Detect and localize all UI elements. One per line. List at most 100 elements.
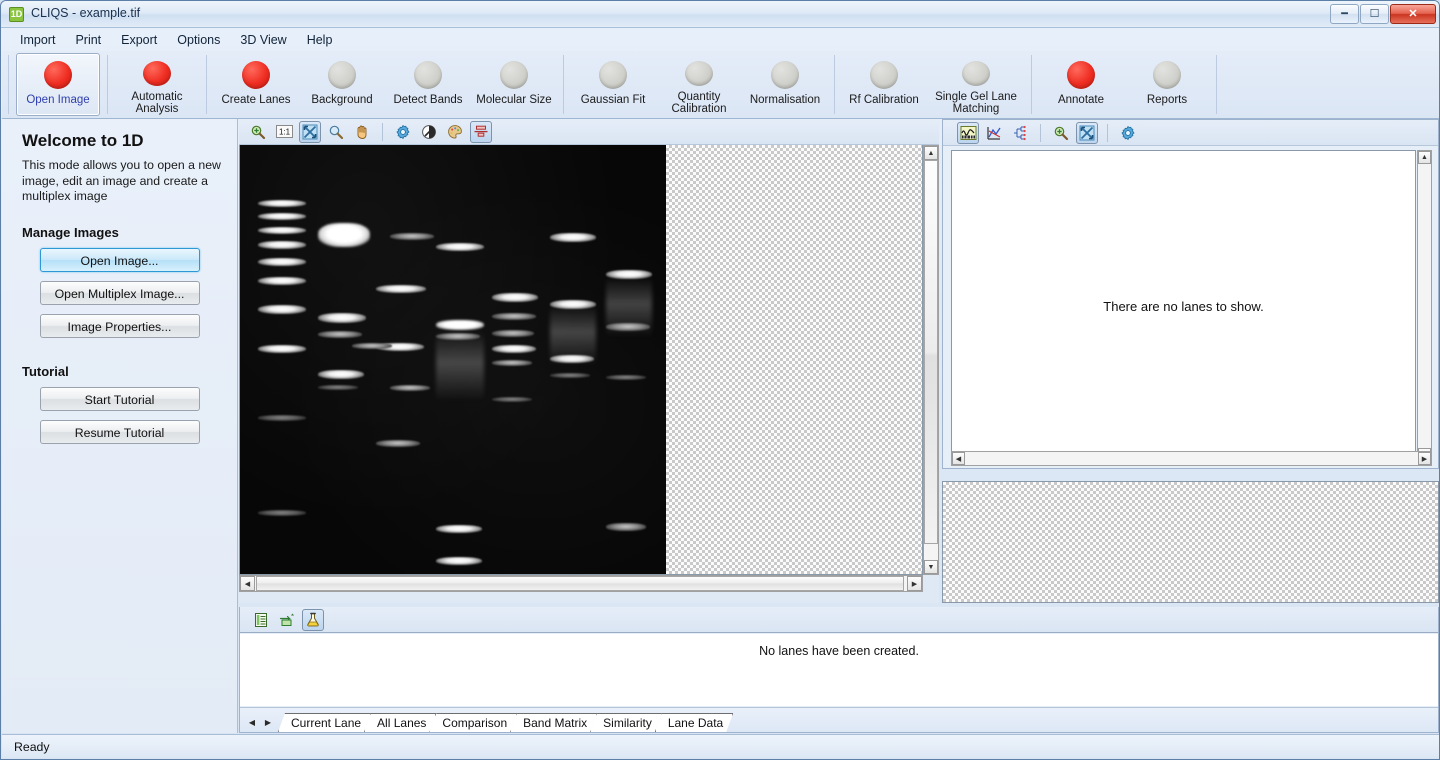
ribbon-step-label: Molecular Size xyxy=(476,94,552,106)
toolbar-divider xyxy=(1040,123,1041,142)
pan-hand-icon[interactable] xyxy=(351,121,373,143)
ribbon-step-quantity-calibration[interactable]: Quantity Calibration xyxy=(657,53,741,116)
gel-image xyxy=(240,145,666,574)
menu-item-3d-view[interactable]: 3D View xyxy=(230,30,296,50)
tab-next-button[interactable]: ▶ xyxy=(260,712,276,732)
scroll-down-arrow[interactable]: ▼ xyxy=(924,560,938,574)
tab-lane-data[interactable]: Lane Data xyxy=(655,713,733,732)
gel-band xyxy=(258,200,306,207)
contrast-icon[interactable] xyxy=(418,121,440,143)
application-window: 1D CLIQS - example.tif ━ ☐ ✕ Import Prin… xyxy=(0,0,1440,760)
ribbon-step-reports[interactable]: Reports xyxy=(1125,53,1209,116)
image-vertical-scrollbar[interactable]: ▲ ▼ xyxy=(923,145,939,575)
tab-similarity[interactable]: Similarity xyxy=(590,713,662,732)
magnifier-icon[interactable] xyxy=(325,121,347,143)
gel-band xyxy=(436,525,482,533)
bottom-content-area: No lanes have been created. xyxy=(240,634,1438,706)
ribbon-step-molecular-size[interactable]: Molecular Size xyxy=(472,53,556,116)
align-icon[interactable] xyxy=(470,120,492,143)
minimize-button[interactable]: ━ xyxy=(1330,4,1359,24)
ribbon-step-detect-bands[interactable]: Detect Bands xyxy=(386,53,470,116)
scroll-track[interactable] xyxy=(1418,164,1431,448)
profile-vertical-scrollbar[interactable]: ▲ ▼ xyxy=(1417,150,1432,462)
scroll-up-arrow[interactable]: ▲ xyxy=(1418,151,1431,164)
bottom-toolbar xyxy=(240,607,1438,633)
ribbon-step-annotate[interactable]: Annotate xyxy=(1039,53,1123,116)
scroll-track[interactable] xyxy=(965,452,1418,465)
gel-band xyxy=(492,360,532,366)
ribbon-step-label: Normalisation xyxy=(749,94,821,106)
tab-current-lane[interactable]: Current Lane xyxy=(278,713,371,732)
tab-all-lanes[interactable]: All Lanes xyxy=(364,713,436,732)
tab-label: All Lanes xyxy=(377,716,427,730)
tab-band-matrix[interactable]: Band Matrix xyxy=(510,713,597,732)
gel-band xyxy=(436,320,484,330)
status-dot-inactive xyxy=(599,61,627,89)
gel-band xyxy=(606,375,646,380)
palette-icon[interactable] xyxy=(444,121,466,143)
image-properties-button[interactable]: Image Properties... xyxy=(39,313,200,338)
gel-band xyxy=(318,223,370,247)
ribbon-step-single-gel-lane-matching[interactable]: Single Gel Lane Matching xyxy=(928,53,1024,116)
ribbon-step-automatic-analysis[interactable]: Automatic Analysis xyxy=(115,53,199,116)
line-chart-icon[interactable] xyxy=(983,122,1005,144)
menu-item-export[interactable]: Export xyxy=(111,30,167,50)
open-multiplex-image-button[interactable]: Open Multiplex Image... xyxy=(39,280,200,305)
gel-band xyxy=(352,343,392,349)
gel-band xyxy=(258,213,306,220)
gear-icon[interactable] xyxy=(392,121,414,143)
ribbon-divider xyxy=(1031,55,1032,114)
scroll-right-arrow[interactable]: ▶ xyxy=(907,576,922,591)
sidebar-section-heading-tutorial: Tutorial xyxy=(22,363,69,379)
resume-tutorial-button[interactable]: Resume Tutorial xyxy=(39,419,200,444)
ribbon-step-normalisation[interactable]: Normalisation xyxy=(743,53,827,116)
lane-thumbnail-panel[interactable] xyxy=(942,481,1439,603)
dendrogram-icon[interactable] xyxy=(1009,122,1031,144)
one-to-one-icon[interactable]: 1:1 xyxy=(273,121,295,143)
menu-item-print[interactable]: Print xyxy=(65,30,111,50)
ribbon-step-label: Automatic Analysis xyxy=(131,91,183,115)
gel-image-viewport[interactable] xyxy=(239,145,923,575)
fit-to-window-icon[interactable] xyxy=(1076,121,1098,144)
menu-item-import[interactable]: Import xyxy=(10,30,65,50)
ribbon-step-rf-calibration[interactable]: Rf Calibration xyxy=(842,53,926,116)
lane-profile-viewport[interactable]: There are no lanes to show. xyxy=(951,150,1416,462)
scroll-up-arrow[interactable]: ▲ xyxy=(924,146,938,160)
ribbon-step-open-image[interactable]: Open Image xyxy=(16,53,100,116)
ribbon-divider xyxy=(107,55,108,114)
scroll-thumb[interactable] xyxy=(924,160,938,544)
open-image-button[interactable]: Open Image... xyxy=(39,247,200,272)
profile-horizontal-scrollbar[interactable]: ◀ ▶ xyxy=(951,451,1432,466)
table-view-icon[interactable] xyxy=(250,609,272,631)
image-horizontal-scrollbar[interactable]: ◀ ▶ xyxy=(239,575,923,592)
tab-comparison[interactable]: Comparison xyxy=(429,713,517,732)
window-controls: ━ ☐ ✕ xyxy=(1330,4,1436,24)
menu-bar: Import Print Export Options 3D View Help xyxy=(2,29,1439,51)
tab-prev-button[interactable]: ◀ xyxy=(244,712,260,732)
start-tutorial-button[interactable]: Start Tutorial xyxy=(39,386,200,411)
ribbon-step-gaussian-fit[interactable]: Gaussian Fit xyxy=(571,53,655,116)
lane-profile-panel: There are no lanes to show. ▲ ▼ ◀ ▶ xyxy=(942,119,1439,469)
scroll-left-arrow[interactable]: ◀ xyxy=(240,576,255,591)
profile-trace-icon[interactable] xyxy=(957,121,979,144)
gel-smear xyxy=(436,331,484,401)
close-button[interactable]: ✕ xyxy=(1390,4,1436,24)
scroll-right-arrow[interactable]: ▶ xyxy=(1418,452,1431,465)
menu-item-help[interactable]: Help xyxy=(297,30,343,50)
export-data-icon[interactable] xyxy=(276,609,298,631)
ribbon-step-background[interactable]: Background xyxy=(300,53,384,116)
transparency-background xyxy=(943,482,1438,602)
zoom-in-icon[interactable] xyxy=(247,121,269,143)
gel-band xyxy=(606,523,646,531)
ribbon-step-label: Create Lanes xyxy=(221,94,291,106)
fit-to-window-icon[interactable] xyxy=(299,120,321,143)
gear-icon[interactable] xyxy=(1117,122,1139,144)
ribbon-step-create-lanes[interactable]: Create Lanes xyxy=(214,53,298,116)
scroll-thumb[interactable] xyxy=(256,576,904,591)
zoom-in-icon[interactable] xyxy=(1050,122,1072,144)
flask-icon[interactable] xyxy=(302,608,324,631)
maximize-button[interactable]: ☐ xyxy=(1360,4,1389,24)
menu-item-options[interactable]: Options xyxy=(167,30,230,50)
scroll-left-arrow[interactable]: ◀ xyxy=(952,452,965,465)
